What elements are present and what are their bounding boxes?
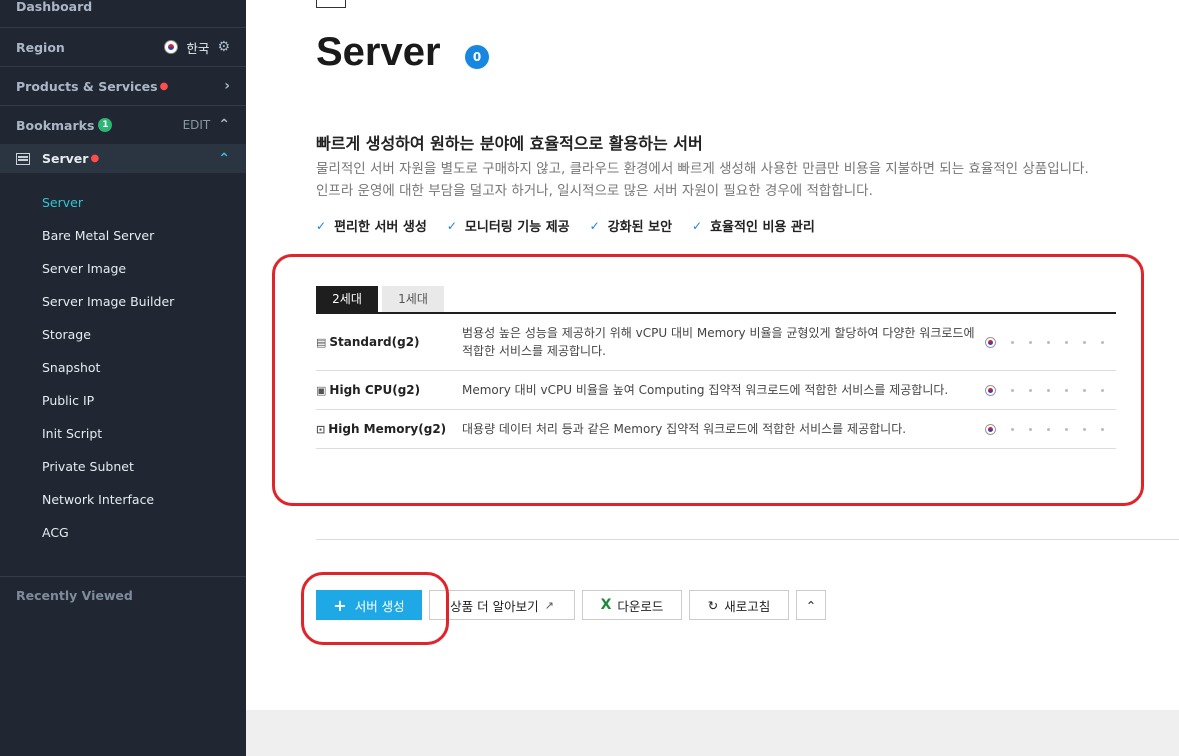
highlight-box	[272, 254, 1144, 506]
new-indicator-dot: ●	[159, 80, 169, 92]
sidebar-subitem-acg[interactable]: ACG	[42, 525, 69, 540]
bookmarks-edit-button[interactable]: EDIT	[183, 118, 211, 132]
feature-label: 효율적인 비용 관리	[710, 220, 815, 235]
sidebar-divider	[0, 576, 246, 577]
server-icon	[16, 152, 30, 165]
chevron-right-icon: ›	[224, 78, 230, 94]
sidebar-subitem-private-subnet[interactable]: Private Subnet	[42, 459, 134, 474]
product-description: 물리적인 서버 자원을 별도로 구매하지 않고, 클라우드 환경에서 빠르게 생…	[316, 158, 1089, 202]
sidebar-subitem-public-ip[interactable]: Public IP	[42, 393, 94, 408]
sidebar-subitem-server-image-builder[interactable]: Server Image Builder	[42, 294, 174, 309]
description-line: 물리적인 서버 자원을 별도로 구매하지 않고, 클라우드 환경에서 빠르게 생…	[316, 161, 1089, 177]
sidebar: Dashboard Region 한국 ⚙ Products & Service…	[0, 0, 246, 756]
product-headline: 빠르게 생성하여 원하는 분야에 효율적으로 활용하는 서버	[316, 134, 703, 153]
products-label: Products & Services	[16, 78, 158, 94]
collapse-button[interactable]: ⌃	[796, 590, 826, 620]
gear-icon[interactable]: ⚙	[217, 39, 230, 55]
button-label: 상품 더 알아보기	[450, 598, 539, 614]
sidebar-subitem-snapshot[interactable]: Snapshot	[42, 360, 100, 375]
check-icon: ✓	[446, 218, 457, 233]
feature-item: ✓ 효율적인 비용 관리	[692, 216, 815, 236]
sidebar-item-label: Dashboard	[16, 0, 93, 14]
chevron-up-icon[interactable]: ⌃	[218, 151, 230, 167]
region-value: 한국	[186, 40, 210, 56]
feature-item: ✓ 모니터링 기능 제공	[446, 216, 570, 236]
feature-label: 강화된 보안	[607, 220, 673, 235]
external-link-icon: ↗	[544, 598, 554, 612]
bookmarks-count-badge: 1	[98, 118, 113, 132]
main-content: Server 0 빠르게 생성하여 원하는 분야에 효율적으로 활용하는 서버 …	[246, 0, 1179, 756]
region-label: Region	[16, 39, 65, 55]
sidebar-subitem-network-interface[interactable]: Network Interface	[42, 492, 154, 507]
section-divider	[316, 539, 1179, 540]
refresh-icon: ↻	[707, 597, 719, 613]
feature-item: ✓ 강화된 보안	[589, 216, 673, 236]
page-title: Server	[316, 30, 441, 74]
check-icon: ✓	[692, 218, 703, 233]
footer-area	[246, 710, 1179, 756]
sidebar-item-products[interactable]: Products & Services ● ›	[0, 67, 246, 106]
check-icon: ✓	[316, 218, 327, 233]
sidebar-item-bookmarks[interactable]: Bookmarks 1 EDIT ⌃	[0, 106, 246, 144]
feature-label: 모니터링 기능 제공	[464, 220, 570, 235]
description-line: 인프라 운영에 대한 부담을 덜고자 하거나, 일시적으로 많은 서버 자원이 …	[316, 183, 873, 199]
button-label: 다운로드	[617, 598, 664, 614]
product-icon	[316, 0, 346, 8]
feature-item: ✓ 편리한 서버 생성	[316, 216, 427, 236]
sidebar-subitem-server-image[interactable]: Server Image	[42, 261, 126, 276]
download-button[interactable]: X 다운로드	[582, 590, 682, 620]
button-label: 새로고침	[724, 598, 771, 614]
check-icon: ✓	[589, 218, 600, 233]
server-label: Server	[42, 151, 89, 166]
learn-more-button[interactable]: 상품 더 알아보기 ↗	[429, 590, 575, 620]
refresh-button[interactable]: ↻ 새로고침	[689, 590, 789, 620]
excel-icon: X	[600, 597, 612, 613]
sidebar-subitem-bare-metal-server[interactable]: Bare Metal Server	[42, 228, 154, 243]
server-count-badge: 0	[465, 45, 489, 69]
highlight-box	[301, 572, 449, 645]
feature-list: ✓ 편리한 서버 생성 ✓ 모니터링 기능 제공 ✓ 강화된 보안 ✓ 효율적인 비용 …	[316, 216, 815, 236]
sidebar-item-dashboard[interactable]: Dashboard	[0, 0, 246, 28]
feature-label: 편리한 서버 생성	[334, 220, 427, 235]
new-indicator-dot: ●	[90, 153, 100, 164]
chevron-up-icon: ⌃	[805, 597, 817, 613]
sidebar-item-server[interactable]: Server ● ⌃	[0, 144, 246, 173]
sidebar-item-region[interactable]: Region 한국 ⚙	[0, 28, 246, 67]
sidebar-subitem-server[interactable]: Server	[42, 195, 83, 210]
bookmarks-label: Bookmarks	[16, 117, 95, 133]
sidebar-subitem-init-script[interactable]: Init Script	[42, 426, 102, 441]
chevron-up-icon[interactable]: ⌃	[218, 117, 230, 133]
sidebar-subitem-storage[interactable]: Storage	[42, 327, 91, 342]
korea-flag-icon	[164, 40, 179, 54]
recently-viewed-heading[interactable]: Recently Viewed	[16, 588, 133, 603]
